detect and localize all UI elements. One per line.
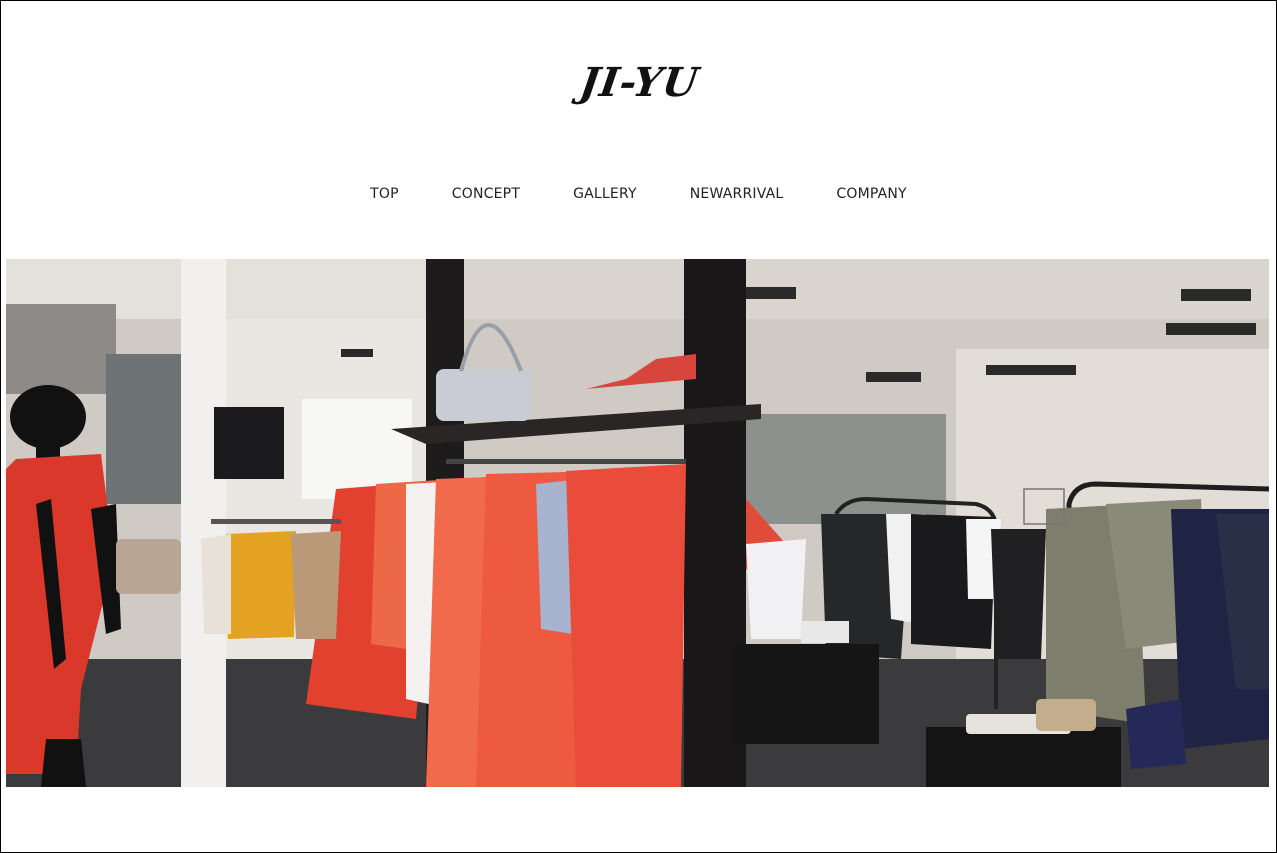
nav-newarrival[interactable]: NEWARRIVAL — [690, 186, 784, 202]
boutique-photo — [6, 259, 1269, 787]
main-nav: TOP CONCEPT GALLERY NEWARRIVAL COMPANY — [1, 186, 1276, 202]
nav-company[interactable]: COMPANY — [836, 186, 906, 202]
hero-image — [6, 259, 1269, 787]
nav-concept[interactable]: CONCEPT — [452, 186, 520, 202]
nav-gallery[interactable]: GALLERY — [573, 186, 637, 202]
page-frame: JI-YU TOP CONCEPT GALLERY NEWARRIVAL COM… — [0, 0, 1277, 853]
site-logo[interactable]: JI-YU — [1, 59, 1276, 119]
nav-top[interactable]: TOP — [370, 186, 399, 202]
